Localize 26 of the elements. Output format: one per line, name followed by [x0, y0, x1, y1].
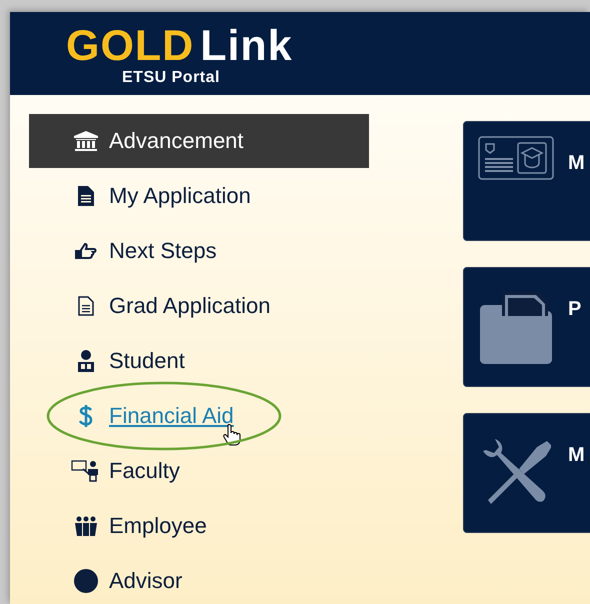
sidebar-item[interactable]: Advancement [29, 114, 369, 168]
sidebar-item[interactable]: Financial Aid [29, 389, 369, 443]
advisor-icon [74, 569, 98, 593]
sidebar-item[interactable]: My Application [29, 169, 369, 223]
id-card-icon [478, 136, 554, 180]
dashboard-tile[interactable]: P [463, 267, 590, 387]
bank-icon [74, 131, 98, 151]
document-icon [78, 296, 94, 316]
portal-subtitle: ETSU Portal [122, 69, 220, 87]
sidebar-item[interactable]: Advisor [29, 554, 369, 604]
people-icon [75, 516, 97, 536]
thumbs-up-icon [75, 242, 97, 260]
dashboard-tile[interactable]: M [463, 413, 590, 533]
dashboard-tile[interactable]: M [463, 121, 590, 241]
folder-icon [480, 292, 552, 364]
sidebar-item[interactable]: Faculty [29, 444, 369, 498]
hand-cursor-icon [223, 424, 241, 446]
document-icon [78, 186, 94, 206]
student-reading-icon [76, 350, 96, 372]
sidebar-item[interactable]: Employee [29, 499, 369, 553]
logo-text: GOLD Link [66, 24, 294, 68]
sidebar-item[interactable]: Next Steps [29, 224, 369, 278]
teacher-icon [71, 460, 101, 482]
sidebar-item[interactable]: Student [29, 334, 369, 388]
sidebar-item[interactable]: Grad Application [29, 279, 369, 333]
dollar-icon [79, 404, 93, 428]
